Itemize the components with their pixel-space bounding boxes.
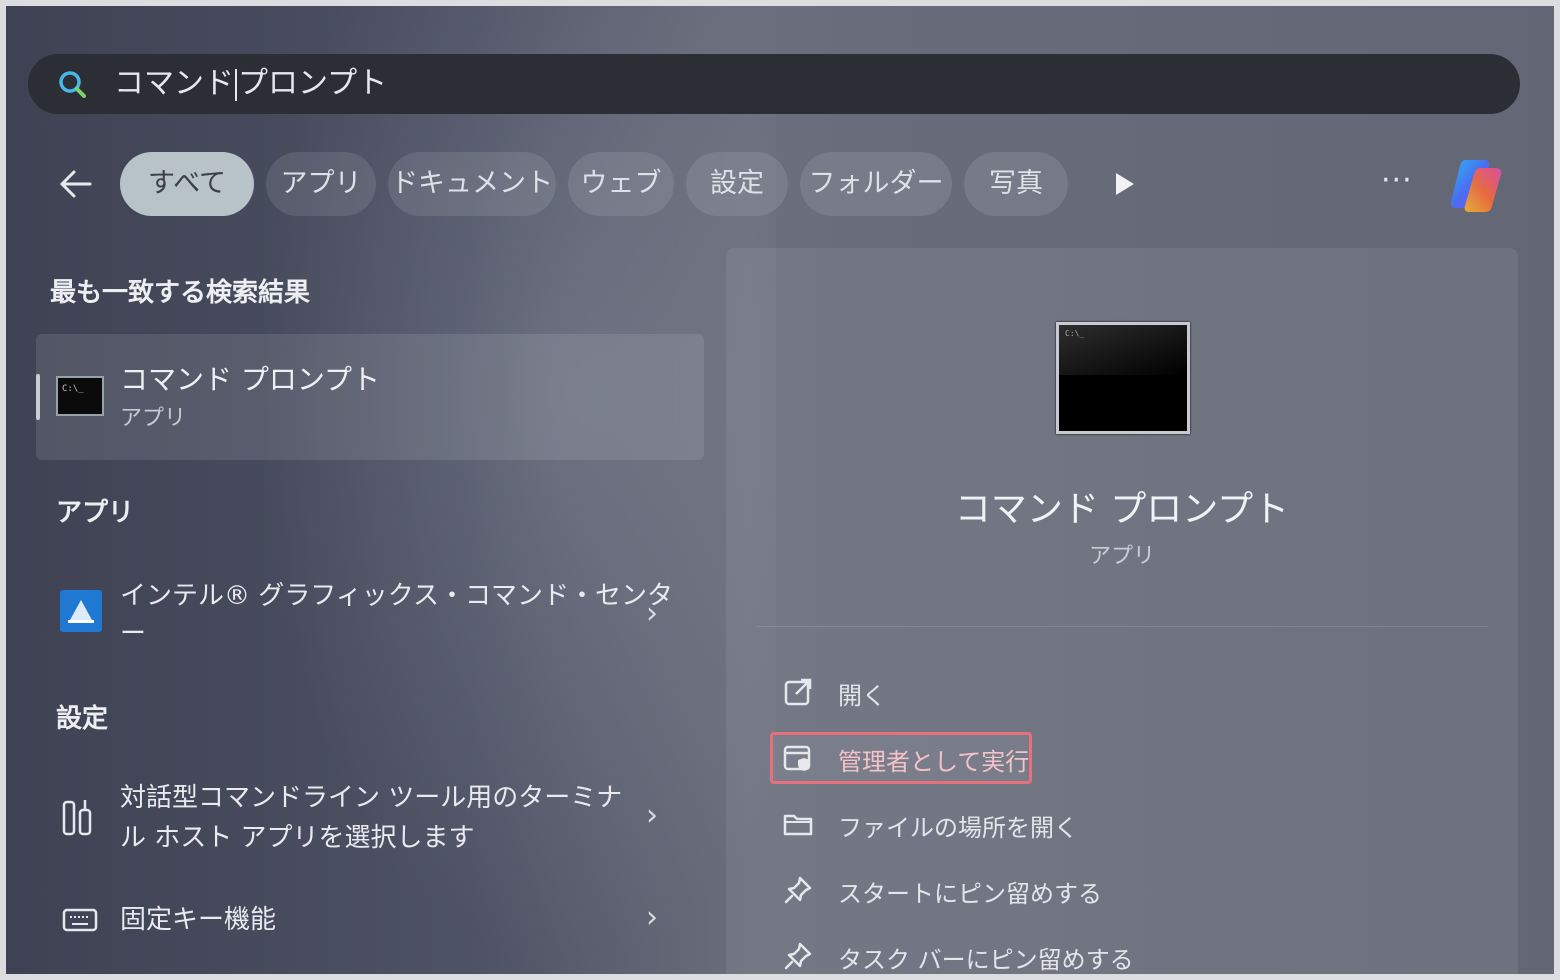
- run-as-admin-icon: [783, 745, 811, 771]
- intel-graphics-icon: [60, 590, 102, 632]
- filter-web[interactable]: ウェブ: [568, 152, 674, 216]
- pin-icon: [784, 876, 812, 904]
- text-caret: [235, 68, 237, 101]
- list-item-line1: 固定キー機能: [120, 905, 277, 935]
- terminal-settings-icon: [62, 800, 92, 836]
- pin-icon: [784, 942, 812, 970]
- action-label: タスク バーにピン留めする: [838, 946, 1134, 974]
- action-run-as-admin[interactable]: 管理者として実行: [772, 734, 1072, 782]
- folder-icon: [783, 814, 813, 836]
- search-icon: [59, 71, 86, 98]
- selection-indicator: [36, 374, 40, 420]
- list-item-line1: インテル® グラフィックス・コマンド・センタ: [120, 581, 673, 611]
- filter-all[interactable]: すべて: [120, 152, 254, 216]
- action-pin-to-taskbar[interactable]: タスク バーにピン留めする: [772, 932, 1152, 974]
- settings-heading: 設定: [56, 704, 109, 734]
- open-external-icon: [784, 678, 812, 706]
- copilot-icon[interactable]: [1446, 154, 1510, 218]
- search-bar[interactable]: コマンド プロンプト: [28, 54, 1520, 114]
- command-prompt-icon: C:\_: [56, 376, 104, 416]
- list-item-intel-graphics[interactable]: インテル® グラフィックス・コマンド・センタ ー ›: [36, 572, 704, 662]
- best-match-item[interactable]: C:\_ コマンド プロンプト アプリ: [36, 334, 704, 460]
- chevron-right-icon: ›: [646, 798, 658, 833]
- action-label: スタートにピン留めする: [838, 880, 1102, 908]
- details-pane: C:\_ コマンド プロンプト アプリ 開く 管理者として実行 ファイルの場所を…: [726, 248, 1518, 974]
- apps-heading: アプリ: [56, 498, 135, 528]
- details-title: コマンド プロンプト: [954, 489, 1290, 530]
- action-open-file-location[interactable]: ファイルの場所を開く: [772, 800, 1132, 848]
- search-query-after-caret: プロンプト: [238, 66, 388, 101]
- filter-apps[interactable]: アプリ: [266, 152, 376, 216]
- back-arrow-icon[interactable]: [56, 164, 96, 204]
- chevron-right-icon: ›: [646, 900, 658, 935]
- filter-folders[interactable]: フォルダー: [800, 152, 952, 216]
- action-label: 開く: [838, 682, 886, 710]
- list-item-line2: ー: [120, 619, 147, 649]
- action-label: 管理者として実行: [838, 748, 1030, 776]
- details-subtitle: アプリ: [1088, 544, 1155, 569]
- keyboard-icon: [62, 908, 98, 932]
- command-prompt-large-icon: C:\_: [1056, 322, 1190, 434]
- more-filters-play-icon[interactable]: [1116, 173, 1134, 195]
- action-pin-to-start[interactable]: スタートにピン留めする: [772, 866, 1132, 914]
- best-match-heading: 最も一致する検索結果: [50, 278, 311, 308]
- search-input[interactable]: コマンド プロンプト: [114, 66, 387, 102]
- list-item-sticky-keys[interactable]: 固定キー機能 ›: [36, 896, 704, 946]
- list-item-line1: 対話型コマンドライン ツール用のターミナ: [120, 783, 623, 813]
- divider: [756, 626, 1488, 627]
- action-open[interactable]: 開く: [772, 668, 1072, 716]
- more-options-button[interactable]: ···: [1381, 166, 1413, 196]
- list-item-line2: ル ホスト アプリを選択します: [120, 823, 475, 853]
- search-query-before-caret: コマンド: [114, 66, 234, 101]
- action-label: ファイルの場所を開く: [838, 814, 1078, 842]
- best-match-title: コマンド プロンプト: [120, 363, 381, 396]
- chevron-right-icon: ›: [646, 596, 658, 631]
- best-match-subtitle: アプリ: [120, 406, 187, 431]
- search-window: コマンド プロンプト すべて アプリ ドキュメント ウェブ 設定 フォルダー 写真…: [6, 6, 1554, 974]
- filter-settings[interactable]: 設定: [686, 152, 788, 216]
- filter-documents[interactable]: ドキュメント: [388, 152, 556, 216]
- list-item-terminal-host[interactable]: 対話型コマンドライン ツール用のターミナ ル ホスト アプリを選択します ›: [36, 776, 704, 866]
- filter-photos[interactable]: 写真: [964, 152, 1068, 216]
